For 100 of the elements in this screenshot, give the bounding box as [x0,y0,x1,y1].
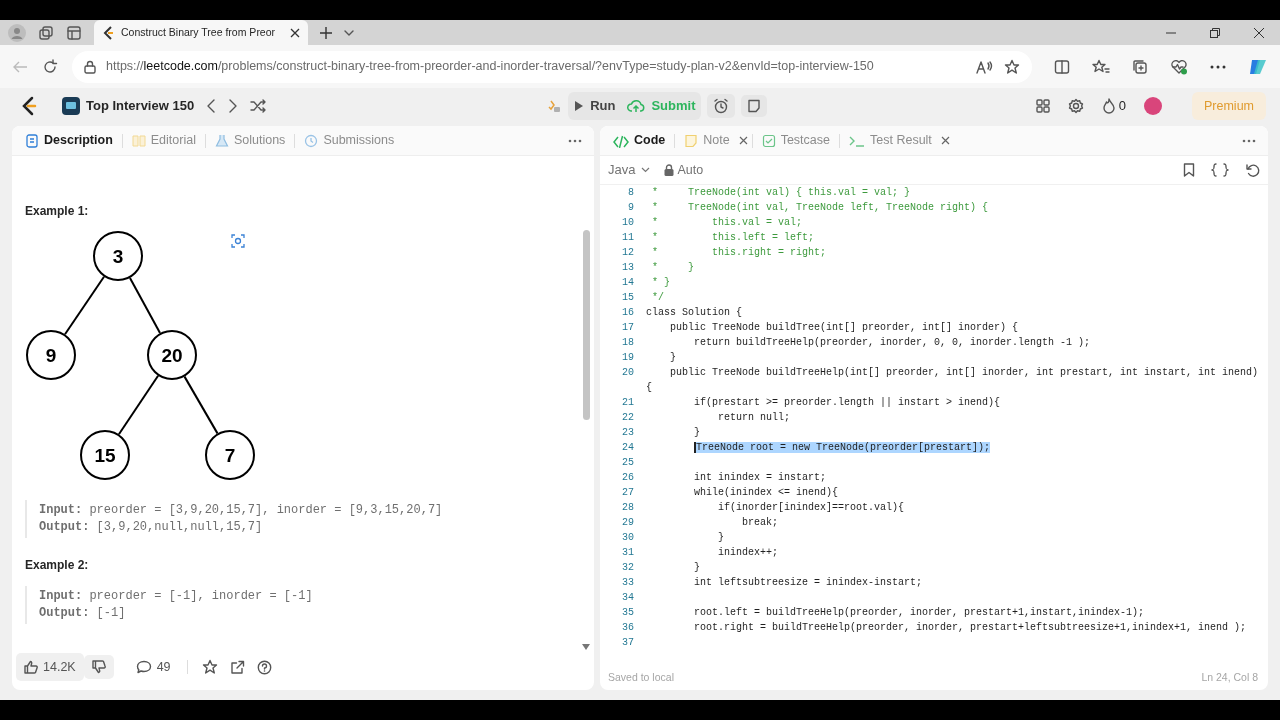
restore-icon[interactable] [1210,27,1220,38]
line-number: 10 [621,216,635,230]
thumbs-up-icon [24,660,38,674]
code-line: * TreeNode(int val) { this.val = val; } [651,186,911,200]
code-line: return buildTreeHelp(preorder, inorder, 0, 0, inorder.length -1 ); [693,336,1091,350]
alarm-icon [713,98,730,114]
code-line: * } [651,261,694,275]
line-number: 35 [621,606,635,620]
panel-tab[interactable]: Code [608,129,671,152]
leetcode-logo-icon[interactable] [20,96,38,116]
settings-icon[interactable] [1067,98,1084,114]
code-line: class Solution { [645,306,742,320]
favorites-icon[interactable] [1092,58,1110,75]
panel-tab[interactable]: Description [20,129,118,152]
code-line: root.right = buildTreeHelp(preorder, inorder, prestart+leftsubtreesize+1,inindex+1, inend ); [693,621,1247,635]
reset-icon[interactable] [1245,162,1260,178]
save-status: Saved to local [608,670,674,686]
expand-image-icon[interactable] [231,234,245,248]
close-icon[interactable] [1254,27,1264,38]
example-heading: Example 2: [25,557,90,574]
url-text: https://leetcode.com/problems/construct-binary-tree-from-preorder-and-inorder-traversal/?envType=study-plan-v2&envId=top-interview-150 [106,58,875,76]
reload-icon[interactable] [42,58,58,75]
tree-edge [64,275,105,336]
code-line: * this.left = left; [651,231,815,245]
chevron-down-icon [641,167,651,173]
dislike-button[interactable] [83,655,114,679]
line-number: 18 [621,336,635,350]
code-line: if(prestart >= preorder.length || instart > inend){ [693,396,1001,410]
language-dropdown[interactable]: Java [608,160,651,180]
code-line: * this.right = right; [651,246,827,260]
line-number: 9 [627,201,635,215]
comments-button[interactable]: 49 [127,652,179,682]
help-icon[interactable] [256,659,272,675]
code-line: int inindex = instart; [693,471,827,485]
code-line: * } [651,276,670,290]
grid-icon[interactable] [1035,99,1050,113]
like-button[interactable]: 14.2K [16,652,84,682]
tree-edge [128,276,162,335]
study-plan-title[interactable]: Top Interview 150 [86,96,195,116]
previous-icon[interactable] [206,99,217,113]
more-icon[interactable] [1242,138,1256,143]
code-line: * this.val = val; [651,216,803,230]
run-button[interactable]: Run [568,92,622,120]
close-icon[interactable] [738,136,748,145]
close-icon[interactable] [940,136,950,145]
code-line: break; [741,516,779,530]
scroll-down-icon[interactable] [582,644,590,650]
code-line: public TreeNode buildTree(int[] preorder, int[] inorder) { [669,321,1019,335]
code-line: * TreeNode(int val, TreeNode left, TreeNode right) { [651,201,989,215]
bookmark-icon[interactable] [1183,163,1195,177]
line-number: 29 [621,516,635,530]
address-field[interactable]: https://leetcode.com/problems/construct-binary-tree-from-preorder-and-inorder-traversal/?envType=study-plan-v2&envId=top-interview-150 [72,50,1032,83]
thumbs-down-icon [91,660,106,674]
line-number: 19 [621,351,635,365]
chevron-down-icon[interactable] [344,29,354,36]
code-line: } [669,351,676,365]
line-number: 25 [621,456,635,470]
streak-counter[interactable]: 0 [1101,96,1126,116]
split-screen-icon[interactable] [1054,58,1070,75]
line-number: 28 [621,501,635,515]
close-icon[interactable] [290,27,300,38]
heart-pulse-icon[interactable] [1170,58,1188,75]
more-icon[interactable] [1210,64,1226,69]
read-aloud-icon[interactable] [976,59,994,74]
line-number: 12 [621,246,635,260]
browser-tab[interactable]: Construct Binary Tree from Preor [94,20,308,45]
tree-node: 15 [80,430,130,480]
line-number: 34 [621,591,635,605]
note-button[interactable] [741,95,768,117]
star-icon[interactable] [1004,58,1020,75]
share-icon[interactable] [229,659,245,675]
line-number: 16 [621,306,635,320]
cursor-position: Ln 24, Col 8 [1201,670,1258,686]
line-number: 31 [621,546,635,560]
book-icon [131,133,146,148]
next-icon[interactable] [228,99,239,113]
history-icon [304,133,319,148]
line-number: 37 [621,636,635,650]
line-number: 22 [621,411,635,425]
checkbox-icon [761,133,776,148]
star-icon[interactable] [201,659,218,675]
line-number: 26 [621,471,635,485]
scrollbar-thumb[interactable] [583,230,590,420]
line-number: 17 [621,321,635,335]
workspaces-icon[interactable] [38,24,54,41]
note-icon [684,133,699,148]
note-icon [747,99,762,113]
collections-icon[interactable] [1132,58,1148,75]
code-line: { [645,381,652,395]
code-line: */ [651,291,664,305]
vertical-tabs-icon[interactable] [66,24,82,41]
shuffle-icon[interactable] [250,99,267,113]
code-line: int leftsubtreesize = inindex-instart; [693,576,923,590]
timer-button[interactable] [707,94,736,118]
avatar[interactable] [1144,97,1162,115]
more-icon[interactable] [568,138,582,143]
new-tab-icon[interactable] [320,26,332,39]
tree-edge [183,375,219,435]
braces-icon[interactable] [1211,163,1229,177]
tree-node: 9 [26,330,76,380]
